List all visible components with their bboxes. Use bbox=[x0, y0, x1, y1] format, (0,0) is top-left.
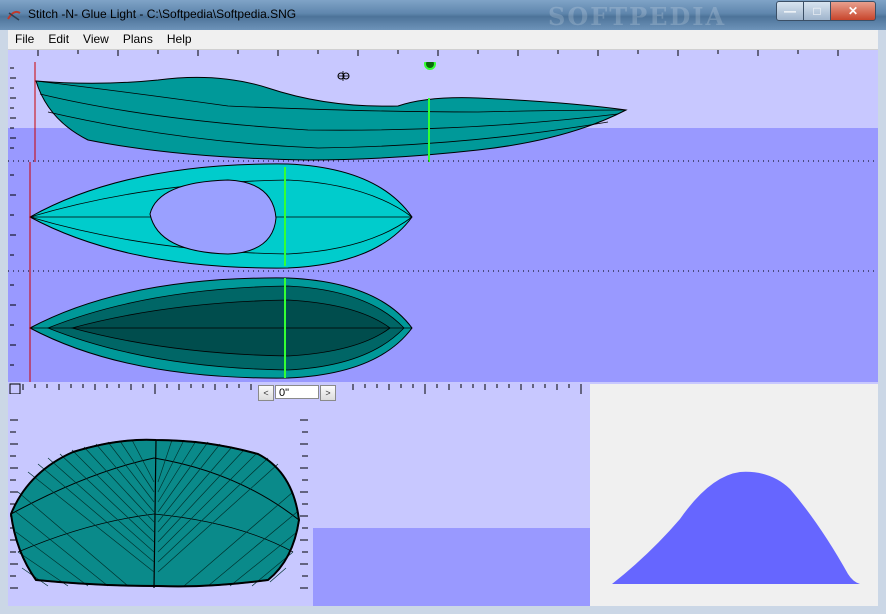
side-view[interactable] bbox=[8, 50, 878, 162]
menu-bar: File Edit View Plans Help bbox=[8, 30, 878, 50]
close-button[interactable]: ✕ bbox=[830, 1, 876, 21]
window-title: Stitch -N- Glue Light - C:\Softpedia\Sof… bbox=[28, 7, 297, 21]
station-stepper: < 0" > bbox=[258, 385, 336, 401]
menu-file[interactable]: File bbox=[8, 30, 41, 49]
minimize-button[interactable]: — bbox=[776, 1, 804, 21]
title-bar[interactable]: Stitch -N- Glue Light - C:\Softpedia\Sof… bbox=[0, 0, 886, 31]
vertical-ruler-plan bbox=[10, 57, 16, 366]
menu-edit[interactable]: Edit bbox=[41, 30, 76, 49]
app-window: Stitch -N- Glue Light - C:\Softpedia\Sof… bbox=[0, 0, 886, 614]
section-view[interactable] bbox=[590, 384, 878, 606]
top-view[interactable] bbox=[8, 162, 878, 272]
menu-help[interactable]: Help bbox=[160, 30, 199, 49]
station-position-field[interactable]: 0" bbox=[275, 385, 319, 399]
maximize-button[interactable]: □ bbox=[803, 1, 831, 21]
station-prev-button[interactable]: < bbox=[258, 385, 274, 401]
watermark: SOFTPEDIA bbox=[548, 2, 727, 31]
bottom-view[interactable] bbox=[8, 272, 878, 382]
menu-plans[interactable]: Plans bbox=[116, 30, 160, 49]
drawing-area: < 0" > bbox=[8, 50, 878, 606]
3d-view[interactable] bbox=[8, 402, 590, 606]
station-next-button[interactable]: > bbox=[320, 385, 336, 401]
hull-3d-mesh bbox=[9, 438, 301, 589]
menu-view[interactable]: View bbox=[76, 30, 116, 49]
horizontal-ruler-top bbox=[8, 50, 878, 62]
app-icon bbox=[7, 10, 21, 21]
section-curve bbox=[612, 471, 860, 584]
